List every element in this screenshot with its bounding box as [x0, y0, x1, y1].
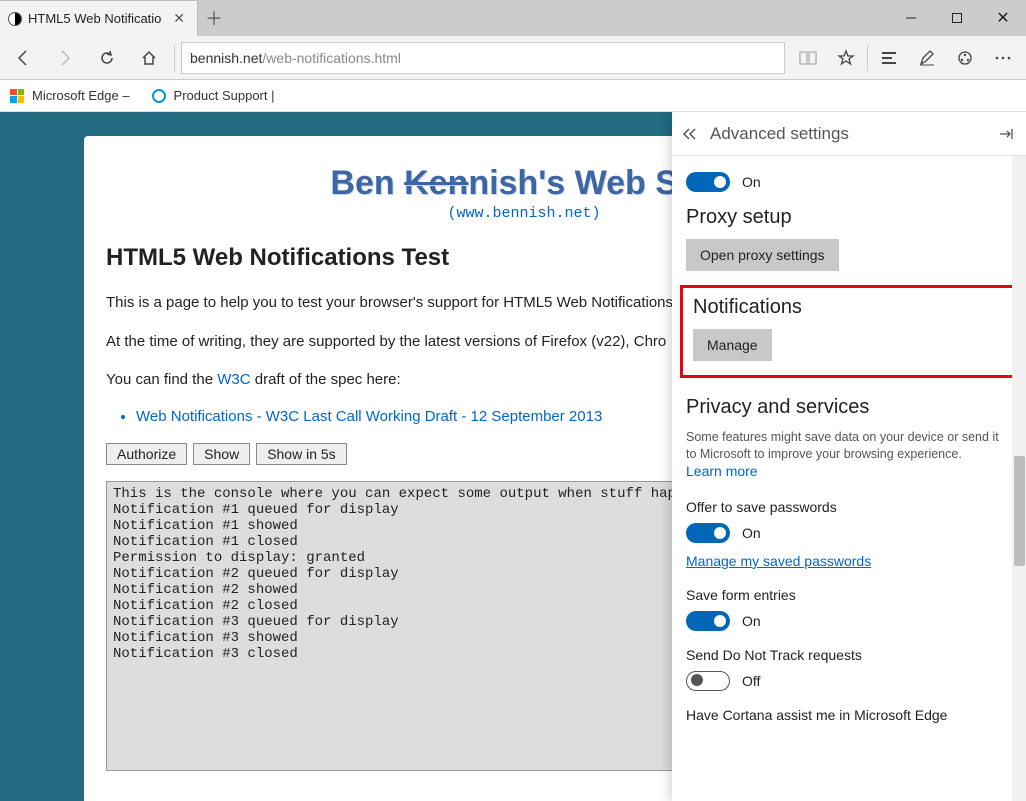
save-form-toggle-row: On [686, 611, 1012, 631]
toggle-switch[interactable] [686, 523, 730, 543]
toggle-state: On [742, 174, 761, 190]
ellipsis-icon [994, 55, 1012, 61]
url-path: /web-notifications.html [262, 50, 401, 66]
chevron-double-left-icon [682, 127, 698, 141]
panel-back-button[interactable] [682, 127, 698, 141]
minimize-button[interactable] [888, 0, 934, 36]
show-button[interactable]: Show [193, 443, 250, 465]
viewport: Ben Kennish's Web Site (www.bennish.net)… [0, 112, 1026, 801]
titlebar: HTML5 Web Notificatio ✕ ＋ ✕ [0, 0, 1026, 36]
proxy-section-title: Proxy setup [686, 206, 1012, 229]
browser-tab[interactable]: HTML5 Web Notificatio ✕ [0, 0, 198, 36]
dnt-label: Send Do Not Track requests [686, 647, 1012, 663]
tab-title: HTML5 Web Notificatio [28, 11, 163, 26]
toggle-switch[interactable] [686, 611, 730, 631]
spec-link[interactable]: Web Notifications - W3C Last Call Workin… [136, 408, 602, 425]
home-icon [140, 49, 158, 67]
hub-button[interactable] [870, 39, 908, 77]
toggle-switch[interactable] [686, 172, 730, 192]
fav-item-dell-support[interactable]: Product Support | [174, 88, 275, 103]
maximize-button[interactable] [934, 0, 980, 36]
offer-passwords-label: Offer to save passwords [686, 499, 1012, 515]
favorites-bar: Microsoft Edge – Product Support | [0, 80, 1026, 112]
toolbar-divider [174, 45, 175, 71]
panel-title: Advanced settings [710, 124, 849, 144]
panel-body: On Proxy setup Open proxy settings Notif… [672, 156, 1026, 801]
toolbar-divider [867, 45, 868, 71]
authorize-button[interactable]: Authorize [106, 443, 187, 465]
scrollbar-thumb[interactable] [1014, 456, 1025, 566]
top-toggle-row: On [686, 172, 1012, 192]
open-proxy-button[interactable]: Open proxy settings [686, 239, 839, 271]
hub-icon [880, 51, 898, 65]
minimize-icon [905, 12, 917, 24]
toolbar-right [789, 39, 1022, 77]
panel-header: Advanced settings [672, 112, 1026, 156]
new-tab-button[interactable]: ＋ [198, 0, 230, 36]
reading-view-button[interactable] [789, 39, 827, 77]
dnt-toggle-row: Off [686, 671, 1012, 691]
webnote-button[interactable] [908, 39, 946, 77]
url-host: bennish.net [190, 50, 262, 66]
toggle-state: On [742, 613, 761, 629]
toggle-state: Off [742, 673, 760, 689]
panel-pin-button[interactable] [998, 127, 1014, 141]
settings-panel: Advanced settings On Proxy setup Open pr… [672, 112, 1026, 801]
w3c-link[interactable]: W3C [217, 371, 250, 388]
microsoft-icon [10, 89, 24, 103]
book-icon [798, 50, 818, 66]
panel-scrollbar[interactable] [1012, 156, 1026, 801]
forward-button[interactable] [46, 39, 84, 77]
refresh-button[interactable] [88, 39, 126, 77]
toolbar: bennish.net/web-notifications.html [0, 36, 1026, 80]
pin-icon [998, 127, 1014, 141]
pen-icon [918, 49, 936, 67]
show-in-5s-button[interactable]: Show in 5s [256, 443, 346, 465]
save-form-label: Save form entries [686, 587, 1012, 603]
share-icon [956, 49, 974, 67]
more-button[interactable] [984, 39, 1022, 77]
tab-close-icon[interactable]: ✕ [169, 10, 189, 27]
learn-more-link[interactable]: Learn more [686, 463, 758, 479]
refresh-icon [98, 49, 116, 67]
toggle-switch[interactable] [686, 671, 730, 691]
maximize-icon [951, 12, 963, 24]
privacy-section-title: Privacy and services [686, 396, 1012, 419]
cortana-label: Have Cortana assist me in Microsoft Edge [686, 707, 1012, 723]
chevron-left-icon [14, 49, 32, 67]
chevron-right-icon [56, 49, 74, 67]
home-button[interactable] [130, 39, 168, 77]
fav-item-msedge[interactable]: Microsoft Edge – [32, 88, 130, 103]
star-icon [837, 49, 855, 67]
dell-icon [152, 89, 166, 103]
offer-passwords-toggle-row: On [686, 523, 1012, 543]
window-controls: ✕ [888, 0, 1026, 36]
back-button[interactable] [4, 39, 42, 77]
privacy-section-subtitle: Some features might save data on your de… [686, 429, 1012, 463]
notifications-section-title: Notifications [693, 296, 1005, 319]
yin-yang-icon [8, 12, 22, 26]
address-bar[interactable]: bennish.net/web-notifications.html [181, 42, 785, 74]
favorite-button[interactable] [827, 39, 865, 77]
share-button[interactable] [946, 39, 984, 77]
window-close-button[interactable]: ✕ [980, 0, 1026, 36]
toggle-state: On [742, 525, 761, 541]
manage-passwords-link[interactable]: Manage my saved passwords [686, 553, 871, 569]
notifications-section-highlight: Notifications Manage [680, 285, 1018, 378]
manage-notifications-button[interactable]: Manage [693, 329, 772, 361]
